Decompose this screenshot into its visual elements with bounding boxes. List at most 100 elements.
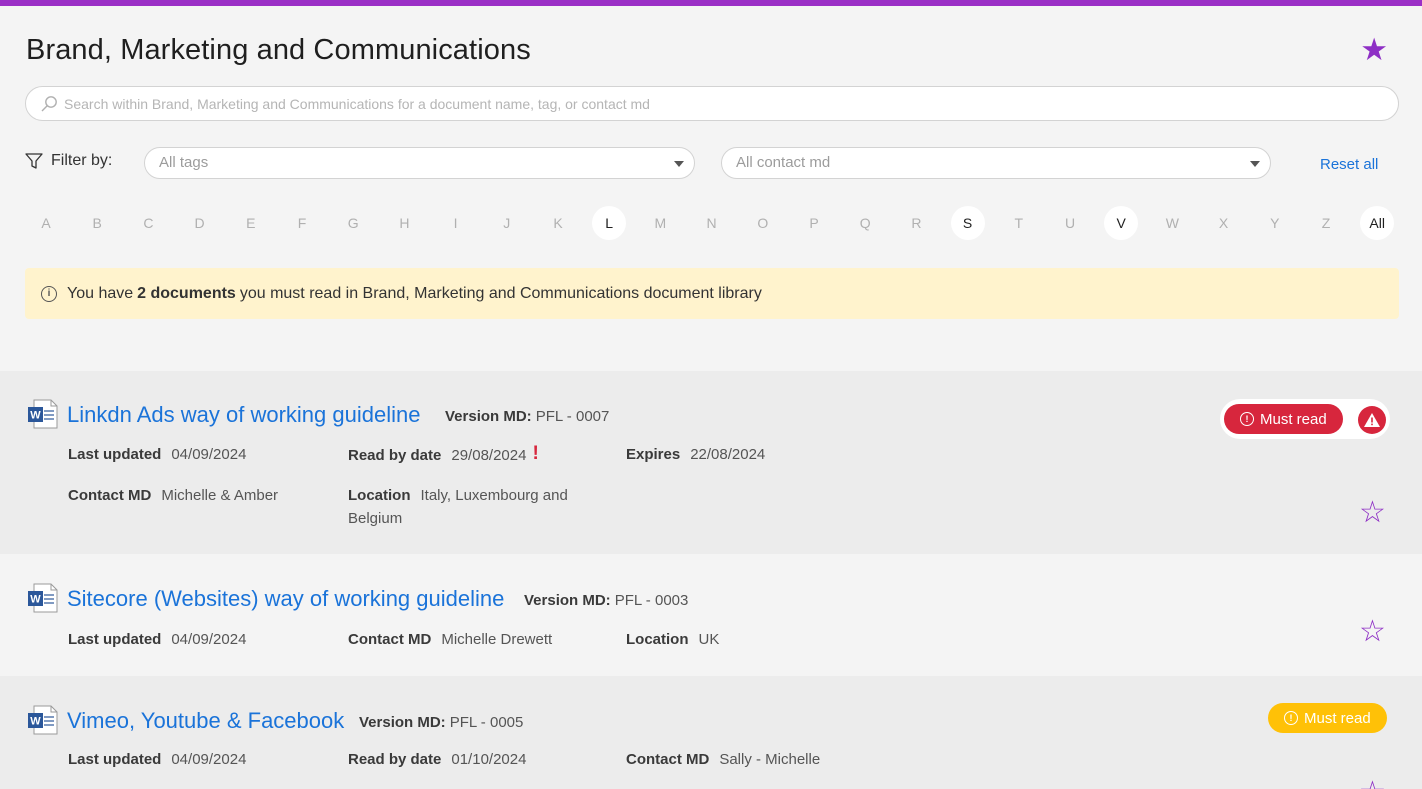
read-by-date: Read by date 29/08/2024!	[348, 443, 539, 467]
location-label: Location	[626, 631, 689, 648]
svg-text:W: W	[30, 410, 41, 422]
alphabet-letter-t: T	[1014, 215, 1024, 231]
document-row: W Vimeo, Youtube & Facebook Version MD: P…	[0, 676, 1422, 789]
must-read-badge[interactable]: ! Must read	[1224, 404, 1343, 434]
document-title-link[interactable]: Linkdn Ads way of working guideline	[67, 402, 420, 428]
notice-count: 2 documents	[137, 284, 236, 302]
alphabet-letter-b: B	[92, 215, 102, 231]
contact-md: Contact MD Michelle Drewett	[348, 628, 552, 651]
contact-label: Contact MD	[68, 487, 152, 504]
alphabet-letter-a: A	[41, 215, 51, 231]
contact-label: Contact MD	[626, 751, 710, 768]
alphabet-letter-q: Q	[859, 215, 871, 231]
read-by-date: Read by date 01/10/2024	[348, 748, 526, 771]
read-by-label: Read by date	[348, 447, 442, 464]
chevron-down-icon	[1250, 161, 1260, 167]
document-row: W Sitecore (Websites) way of working gui…	[0, 554, 1422, 676]
last-updated-label: Last updated	[68, 631, 162, 648]
last-updated: Last updated 04/09/2024	[68, 748, 246, 771]
contact-value: Michelle & Amber	[161, 487, 279, 504]
document-title-link[interactable]: Vimeo, Youtube & Facebook	[67, 708, 344, 734]
read-by-value: 29/08/2024	[451, 447, 527, 464]
last-updated-label: Last updated	[68, 446, 162, 463]
star-outline-icon[interactable]: ☆	[1359, 498, 1386, 528]
alphabet-letter-g: G	[347, 215, 359, 231]
version-value: PFL - 0007	[535, 408, 610, 425]
version-md: Version MD: PFL - 0003	[524, 592, 688, 609]
location: Location Italy, Luxembourg and Belgium	[348, 484, 598, 530]
alphabet-letter-n: N	[706, 215, 717, 231]
version-md: Version MD: PFL - 0007	[445, 408, 609, 425]
notice-prefix: You have	[67, 284, 134, 302]
version-md: Version MD: PFL - 0005	[359, 714, 523, 731]
info-icon: i	[41, 285, 57, 302]
warning-triangle-icon[interactable]	[1358, 406, 1386, 434]
filter-label-text: Filter by:	[51, 152, 113, 169]
alphabet-filter: A B C D E F G H I J K L M N O P Q R S T U V W X Y Z All	[30, 206, 1400, 242]
alphabet-letter-f: F	[297, 215, 307, 231]
alphabet-letter-v[interactable]: V	[1104, 206, 1139, 240]
contact-md: Contact MD Michelle & Amber	[68, 484, 278, 507]
version-value: PFL - 0005	[449, 714, 524, 731]
must-read-label: Must read	[1260, 410, 1327, 428]
last-updated-value: 04/09/2024	[171, 446, 247, 463]
alphabet-letter-x: X	[1218, 215, 1229, 231]
document-title-link[interactable]: Sitecore (Websites) way of working guide…	[67, 586, 504, 612]
alphabet-letter-s[interactable]: S	[950, 206, 985, 240]
filter-label: Filter by:	[25, 152, 112, 170]
version-value: PFL - 0003	[614, 592, 689, 609]
page-title: Brand, Marketing and Communications	[26, 34, 531, 66]
version-label: Version MD:	[359, 714, 446, 731]
contact-select-value: All contact md	[736, 154, 831, 171]
last-updated-value: 04/09/2024	[171, 751, 247, 768]
location-value: UK	[698, 631, 720, 648]
expires-label: Expires	[626, 446, 681, 463]
filter-icon	[25, 152, 43, 169]
last-updated: Last updated 04/09/2024	[68, 628, 246, 651]
alphabet-letter-h: H	[399, 215, 410, 231]
last-updated: Last updated 04/09/2024	[68, 443, 246, 466]
alphabet-letter-r: R	[911, 215, 922, 231]
warning-triangle-shape	[1364, 413, 1380, 427]
star-outline-icon[interactable]: ☆	[1359, 617, 1386, 647]
expires-value: 22/08/2024	[690, 446, 766, 463]
alphabet-letter-k: K	[553, 215, 563, 231]
tags-select-value: All tags	[159, 154, 209, 171]
contact-label: Contact MD	[348, 631, 432, 648]
must-read-badge[interactable]: ! Must read	[1268, 703, 1387, 733]
info-circle-icon: !	[1284, 711, 1298, 725]
location: Location UK	[626, 628, 719, 651]
must-read-label: Must read	[1304, 709, 1371, 727]
top-accent-bar	[0, 0, 1422, 6]
document-row: W Linkdn Ads way of working guideline Ve…	[0, 371, 1422, 554]
alphabet-letter-d: D	[194, 215, 205, 231]
alphabet-letter-y: Y	[1270, 215, 1280, 231]
info-circle-icon: !	[1240, 412, 1254, 426]
must-read-notice: i You have 2 documents you must read in …	[25, 268, 1399, 319]
search-box[interactable]	[25, 86, 1399, 121]
alphabet-letter-all[interactable]: All	[1360, 206, 1395, 240]
read-by-label: Read by date	[348, 751, 442, 768]
alphabet-letter-i: I	[453, 215, 458, 231]
svg-text:W: W	[30, 716, 41, 728]
star-filled-icon[interactable]: ★	[1360, 32, 1388, 68]
last-updated-label: Last updated	[68, 751, 162, 768]
star-outline-icon[interactable]: ☆	[1359, 778, 1386, 789]
alphabet-letter-m: M	[654, 215, 667, 231]
notice-suffix: you must read in Brand, Marketing and Co…	[239, 284, 762, 302]
chevron-down-icon	[674, 161, 684, 167]
search-input[interactable]	[64, 87, 1384, 120]
alphabet-letter-p: P	[809, 215, 819, 231]
contact-select[interactable]: All contact md	[721, 147, 1271, 179]
alphabet-letter-l[interactable]: L	[592, 206, 627, 240]
reset-all-link[interactable]: Reset all	[1320, 156, 1378, 173]
word-document-icon: W	[28, 399, 58, 429]
alphabet-letter-e: E	[246, 215, 256, 231]
contact-md: Contact MD Sally - Michelle	[626, 748, 820, 771]
contact-value: Michelle Drewett	[441, 631, 553, 648]
location-label: Location	[348, 487, 411, 504]
tags-select[interactable]: All tags	[144, 147, 695, 179]
version-label: Version MD:	[445, 408, 532, 425]
last-updated-value: 04/09/2024	[171, 631, 247, 648]
alphabet-letter-o: O	[757, 215, 769, 231]
